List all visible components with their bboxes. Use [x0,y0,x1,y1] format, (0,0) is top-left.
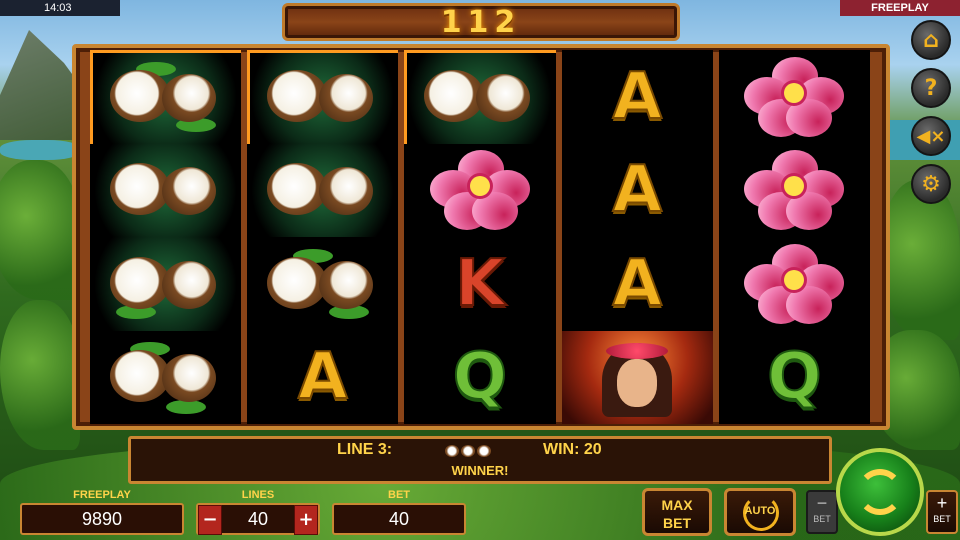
bet-label: BET [388,489,410,501]
coconut-symbol [263,155,383,225]
palm-leaves [0,300,80,450]
symbol-a: A [562,237,713,331]
reel-5: Q [718,50,871,425]
symbol-a: A [562,144,713,238]
symbol-q: Q [404,331,555,425]
reels: A K Q A A A Q [90,50,871,425]
symbol-flower [719,50,870,144]
bet-increase-button[interactable]: + BET [926,490,958,534]
symbol-coconut [247,237,398,331]
symbol-wild-girl [561,330,713,424]
reel-3: K Q [404,50,556,425]
home-icon: ⌂ [923,27,939,53]
palm-leaves [880,180,960,340]
letter-q-symbol: Q [452,340,508,415]
coconut-symbol [106,249,226,319]
bet-value: 40 [332,503,466,535]
lines-label: LINES [241,489,275,501]
lines-increase-button[interactable]: + [294,505,318,535]
letter-a-symbol: A [611,246,663,321]
coconut-symbol [263,62,383,132]
palm-leaves [0,160,80,300]
win-display: 112 [282,3,680,41]
auto-label: AUTO [744,505,776,517]
auto-spin-button[interactable]: AUTO [724,488,796,536]
credits-label: FREEPLAY [73,489,131,501]
lagoon [0,140,80,160]
symbol-q: Q [719,331,870,425]
coconut-symbol [106,342,226,415]
symbol-flower [404,144,555,238]
reel-2: A [247,50,399,425]
winning-symbols-icon [445,445,491,457]
coconut-symbol [106,155,226,225]
plus-icon: + [936,493,948,513]
winner-text: WINNER! [451,463,509,478]
help-icon: ? [924,75,938,101]
coconut-symbol [106,61,226,132]
symbol-flower [719,237,870,331]
symbol-coconut [90,331,241,425]
symbol-coconut [90,143,242,237]
reel-1 [90,50,242,425]
symbol-coconut [90,50,242,144]
max-bet-button[interactable]: MAX BET [642,488,712,536]
letter-a-symbol: A [611,153,663,228]
max-bet-label: BET [663,515,691,531]
reel-4: A A A [561,50,713,424]
bet-decrease-button[interactable]: − BET [806,490,838,534]
hibiscus-symbol [744,56,845,137]
symbol-coconut [247,143,399,237]
symbol-a: A [247,331,398,425]
letter-k-symbol: K [454,246,506,321]
line-label: LINE 3: [337,441,393,458]
max-bet-label: MAX [661,497,693,513]
symbol-flower [719,144,870,238]
settings-icon: ⚙ [921,171,941,197]
hibiscus-symbol [430,150,530,231]
symbol-coconut [404,50,556,144]
minus-icon: − [816,493,828,513]
clock: 14:03 [0,0,120,16]
sound-button[interactable]: ◀× [911,116,951,156]
help-button[interactable]: ? [911,68,951,108]
credits-value: 9890 [20,503,184,535]
coconut-symbol [420,62,540,132]
win-amount: 112 [440,5,522,40]
bet-decrease-label: BET [813,514,831,524]
symbol-coconut [90,237,242,331]
mode-tag: FREEPLAY [840,0,960,16]
settings-button[interactable]: ⚙ [911,164,951,204]
spin-icon [857,469,903,515]
message-bar: LINE 3: WIN: 20 WINNER! [128,436,832,484]
symbol-a: A [562,50,713,144]
sound-off-icon: ◀× [916,125,946,147]
letter-q-symbol: Q [766,340,822,415]
hibiscus-symbol [744,243,845,324]
lines-decrease-button[interactable]: − [198,505,222,535]
spin-button[interactable] [836,448,924,536]
letter-a-symbol: A [611,59,663,134]
home-button[interactable]: ⌂ [911,20,951,60]
letter-a-symbol: A [297,340,349,415]
coconut-symbol [263,248,383,319]
symbol-coconut [247,50,399,144]
win-label: WIN: 20 [543,441,602,458]
bet-increase-label: BET [933,514,951,524]
hibiscus-symbol [744,150,845,231]
girl-symbol [582,337,692,418]
symbol-k: K [404,237,555,331]
